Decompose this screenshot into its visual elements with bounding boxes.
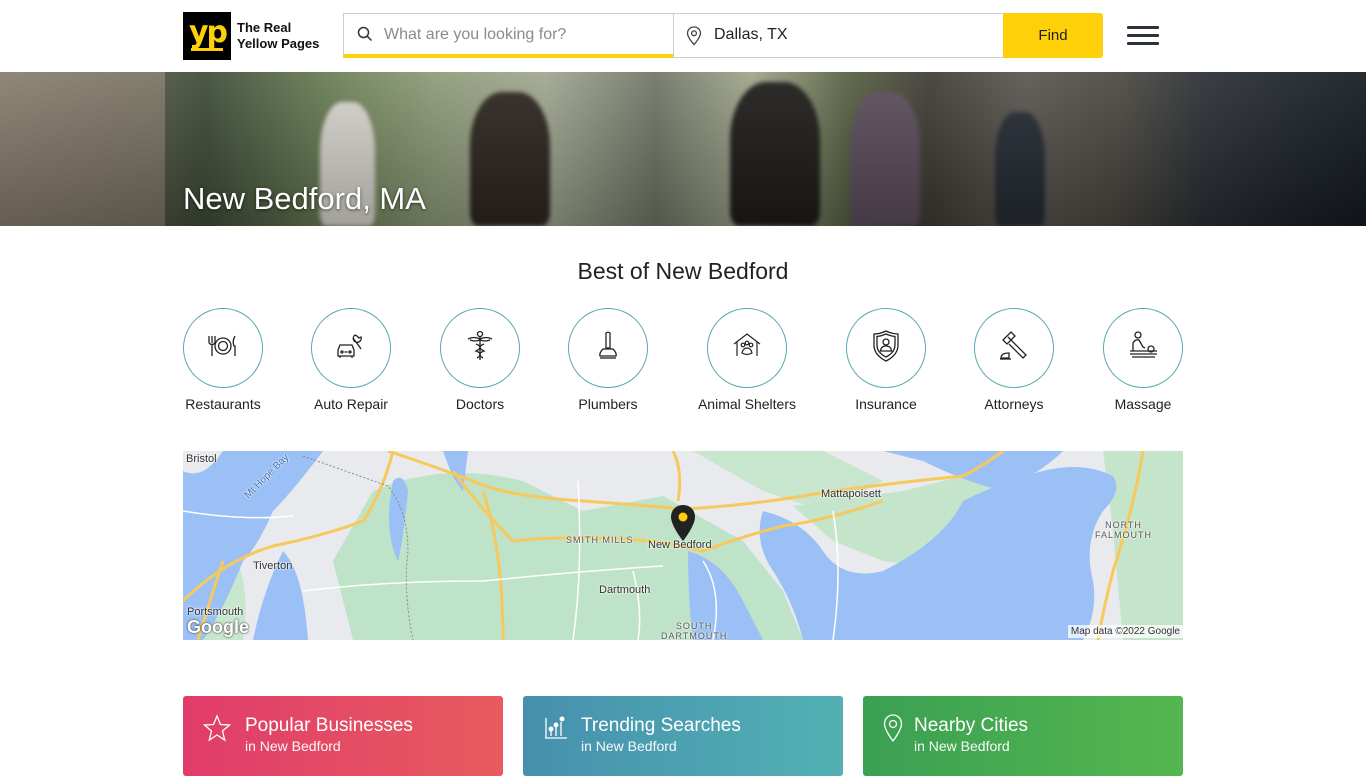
card-title: Nearby Cities bbox=[914, 715, 1029, 736]
map-label-bristol: Bristol bbox=[186, 453, 217, 465]
logo-line-2: Yellow Pages bbox=[237, 36, 320, 51]
category-label: Plumbers bbox=[578, 396, 638, 412]
yp-logo-text: The Real Yellow Pages bbox=[237, 20, 319, 52]
category-label: Restaurants bbox=[185, 396, 261, 412]
map-label-line: SOUTH bbox=[675, 621, 713, 631]
hamburger-menu-icon[interactable] bbox=[1127, 26, 1159, 46]
category-plumbers[interactable]: Plumbers bbox=[548, 308, 668, 412]
plate-cutlery-icon bbox=[206, 333, 240, 364]
best-of-heading: Best of New Bedford bbox=[577, 258, 789, 284]
category-massage[interactable]: Massage bbox=[1083, 308, 1203, 412]
shield-person-icon bbox=[872, 329, 900, 367]
map-label-dartmouth: Dartmouth bbox=[599, 584, 651, 596]
map-label-tiverton: Tiverton bbox=[253, 560, 293, 572]
caduceus-icon bbox=[464, 330, 496, 367]
yp-logo-letters: yp bbox=[189, 15, 228, 50]
location-input[interactable] bbox=[714, 14, 984, 55]
category-doctors[interactable]: Doctors bbox=[420, 308, 540, 412]
gavel-icon bbox=[998, 330, 1030, 366]
category-label: Attorneys bbox=[984, 396, 1044, 412]
trend-chart-icon bbox=[543, 714, 569, 745]
find-button[interactable]: Find bbox=[1003, 13, 1103, 58]
card-subtitle: in New Bedford bbox=[581, 738, 677, 754]
category-insurance[interactable]: Insurance bbox=[826, 308, 946, 412]
map-label-south-dartmouth: SOUTH DARTMOUTH bbox=[661, 621, 727, 640]
card-title: Popular Businesses bbox=[245, 715, 413, 736]
map-label-mattapoisett: Mattapoisett bbox=[821, 488, 881, 500]
map-pin-icon bbox=[883, 714, 903, 747]
yp-logo-mark: yp bbox=[183, 12, 231, 60]
category-label: Doctors bbox=[455, 396, 505, 412]
popular-businesses-card[interactable]: Popular Businesses in New Bedford bbox=[183, 696, 503, 776]
massage-icon bbox=[1127, 330, 1159, 366]
search-field[interactable] bbox=[343, 13, 674, 58]
yp-logo-underline bbox=[191, 48, 223, 51]
plunger-icon bbox=[597, 331, 619, 366]
category-animal-shelters[interactable]: Animal Shelters bbox=[687, 308, 807, 412]
category-label: Insurance bbox=[855, 396, 917, 412]
google-logo[interactable]: Google bbox=[187, 617, 249, 638]
trending-searches-card[interactable]: Trending Searches in New Bedford bbox=[523, 696, 843, 776]
map-label-north-falmouth: NORTH FALMOUTH bbox=[1095, 520, 1152, 540]
map-label-smith-mills: SMITH MILLS bbox=[566, 535, 634, 545]
category-list: Restaurants Auto Repair Doctors Plumbers… bbox=[183, 308, 1183, 418]
search-input[interactable] bbox=[384, 14, 654, 55]
location-field[interactable] bbox=[673, 13, 1004, 58]
car-wrench-icon bbox=[335, 332, 367, 365]
card-subtitle: in New Bedford bbox=[245, 738, 341, 754]
category-auto-repair[interactable]: Auto Repair bbox=[291, 308, 411, 412]
map-label-line: NORTH bbox=[1105, 520, 1142, 530]
card-title: Trending Searches bbox=[581, 715, 741, 736]
category-attorneys[interactable]: Attorneys bbox=[954, 308, 1074, 412]
logo-line-1: The Real bbox=[237, 20, 292, 35]
map-attribution[interactable]: Map data ©2022 Google bbox=[1067, 625, 1183, 638]
paw-house-icon bbox=[731, 332, 763, 365]
map-label-line: FALMOUTH bbox=[1095, 530, 1153, 540]
yp-logo[interactable]: yp The Real Yellow Pages bbox=[183, 12, 319, 60]
city-title: New Bedford, MA bbox=[183, 181, 426, 216]
map-pin-icon bbox=[686, 26, 702, 51]
category-label: Massage bbox=[1114, 396, 1172, 412]
star-icon bbox=[202, 714, 232, 747]
category-restaurants[interactable]: Restaurants bbox=[163, 308, 283, 412]
card-subtitle: in New Bedford bbox=[914, 738, 1010, 754]
search-icon bbox=[357, 26, 373, 47]
category-label: Animal Shelters bbox=[697, 396, 797, 412]
hero-banner: New Bedford, MA bbox=[0, 72, 1366, 226]
category-label: Auto Repair bbox=[314, 396, 388, 412]
nearby-cities-card[interactable]: Nearby Cities in New Bedford bbox=[863, 696, 1183, 776]
city-map[interactable]: Bristol Mt Hope Bay Tiverton Portsmouth … bbox=[183, 451, 1183, 640]
map-label-line: DARTMOUTH bbox=[661, 631, 728, 640]
site-header: yp The Real Yellow Pages Find bbox=[0, 0, 1366, 72]
